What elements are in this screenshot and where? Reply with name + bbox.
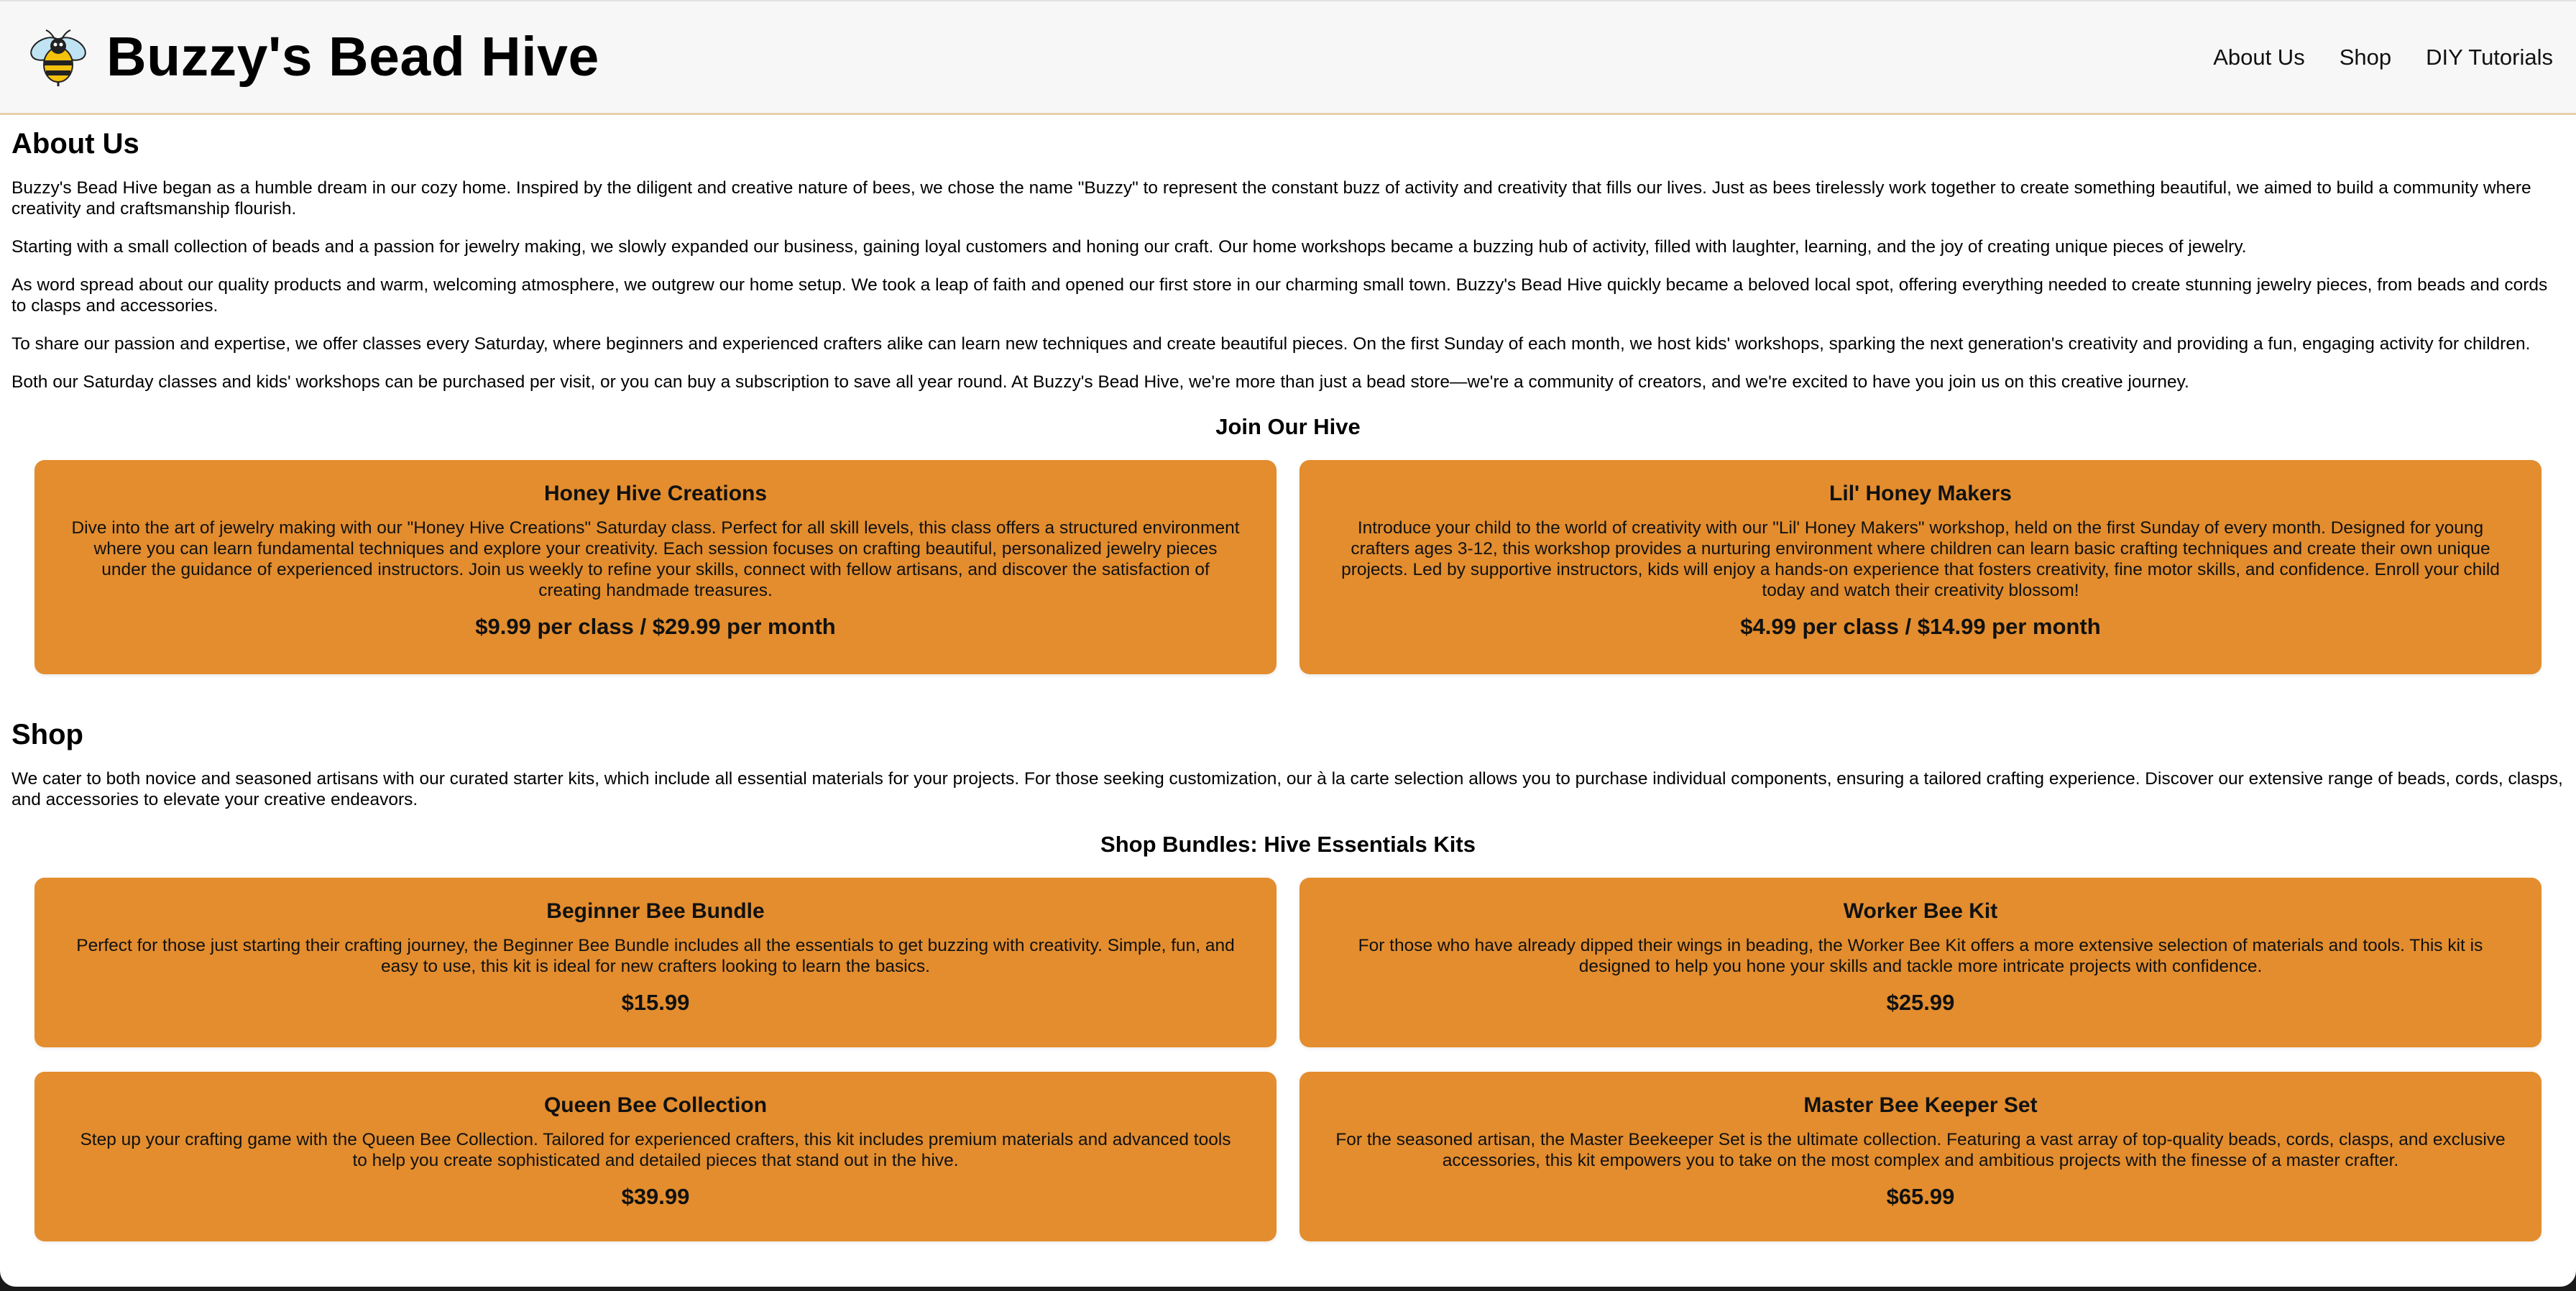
about-heading: About Us: [12, 128, 139, 160]
shop-heading: Shop: [12, 719, 83, 750]
shop-section: Shop We cater to both novice and seasone…: [12, 719, 2564, 1241]
kit-title: Beginner Bee Bundle: [546, 899, 765, 923]
class-title: Honey Hive Creations: [543, 482, 768, 505]
class-title: Lil' Honey Makers: [1829, 482, 2012, 505]
nav-shop-link[interactable]: Shop: [2340, 45, 2391, 70]
kit-price: $39.99: [621, 1184, 690, 1209]
kit-title: Master Bee Keeper Set: [1803, 1093, 2038, 1117]
about-paragraph: Starting with a small collection of bead…: [12, 237, 2247, 257]
main-nav: About Us Shop DIY Tutorials: [2179, 45, 2576, 70]
kit-description: For the seasoned artisan, the Master Bee…: [1335, 1130, 2506, 1170]
kit-title: Worker Bee Kit: [1843, 899, 1998, 923]
page: Buzzy's Bead Hive About Us Shop DIY Tuto…: [0, 0, 2576, 1287]
site-header: Buzzy's Bead Hive About Us Shop DIY Tuto…: [0, 0, 2576, 115]
kit-card: Beginner Bee Bundle Perfect for those ju…: [34, 878, 1276, 1047]
class-price: $9.99 per class / $29.99 per month: [475, 614, 836, 639]
main-content: About Us Buzzy's Bead Hive began as a hu…: [0, 128, 2576, 1241]
kit-description: Perfect for those just starting their cr…: [76, 936, 1235, 976]
kit-card: Master Bee Keeper Set For the seasoned a…: [1300, 1072, 2542, 1241]
kit-price: $15.99: [621, 990, 690, 1015]
about-paragraph: Both our Saturday classes and kids' work…: [12, 372, 2189, 392]
class-description: Introduce your child to the world of cre…: [1341, 518, 2500, 600]
site-title: Buzzy's Bead Hive: [106, 26, 599, 88]
kit-description: For those who have already dipped their …: [1358, 936, 2483, 976]
brand[interactable]: Buzzy's Bead Hive: [0, 25, 599, 89]
kit-card: Queen Bee Collection Step up your crafti…: [34, 1072, 1276, 1241]
class-description: Dive into the art of jewelry making with…: [71, 518, 1240, 600]
kit-card: Worker Bee Kit For those who have alread…: [1300, 878, 2542, 1047]
join-heading: Join Our Hive: [1215, 414, 1361, 439]
kit-title: Queen Bee Collection: [543, 1093, 768, 1117]
about-section: About Us Buzzy's Bead Hive began as a hu…: [12, 128, 2564, 674]
kit-price: $25.99: [1886, 990, 1955, 1015]
about-paragraph: To share our passion and expertise, we o…: [12, 334, 2531, 354]
class-price: $4.99 per class / $14.99 per month: [1740, 614, 2101, 639]
about-paragraph: Buzzy's Bead Hive began as a humble drea…: [12, 178, 2531, 219]
shop-intro: We cater to both novice and seasoned art…: [12, 769, 2563, 809]
class-card: Lil' Honey Makers Introduce your child t…: [1300, 460, 2542, 674]
kit-price: $65.99: [1886, 1184, 1955, 1209]
kit-description: Step up your crafting game with the Quee…: [80, 1130, 1231, 1170]
class-card: Honey Hive Creations Dive into the art o…: [34, 460, 1276, 674]
nav-tutorials-link[interactable]: DIY Tutorials: [2426, 45, 2553, 70]
kits-grid: Beginner Bee Bundle Perfect for those ju…: [12, 878, 2564, 1241]
bee-icon: [30, 29, 86, 86]
classes-grid: Honey Hive Creations Dive into the art o…: [12, 460, 2564, 674]
bundles-heading: Shop Bundles: Hive Essentials Kits: [1100, 832, 1476, 857]
about-paragraph: As word spread about our quality product…: [12, 275, 2548, 316]
nav-about-link[interactable]: About Us: [2213, 45, 2305, 70]
